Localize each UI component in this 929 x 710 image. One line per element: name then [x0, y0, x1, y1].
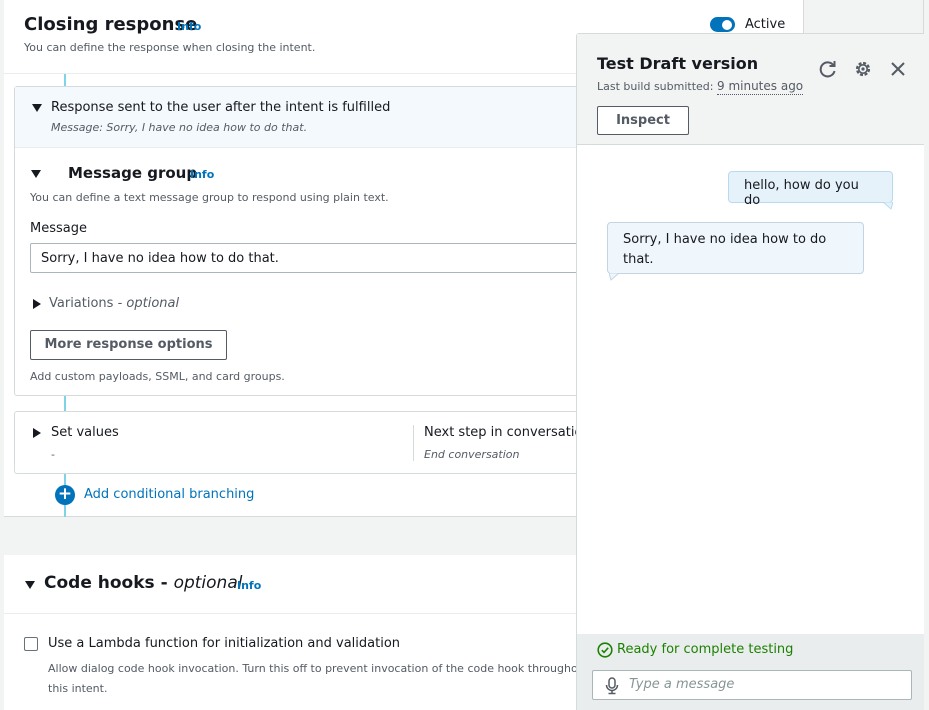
code-hooks-title-text: Code hooks - [44, 573, 174, 593]
code-hooks-title: Code hooks - optional [44, 573, 242, 593]
variations-optional: optional [126, 296, 180, 311]
variations-label: Variations - [49, 296, 127, 311]
more-response-options-button[interactable]: More response options [30, 330, 227, 360]
user-message-bubble: hello, how do you do [728, 171, 893, 208]
flow-connector [64, 396, 66, 411]
message-group-info-link[interactable]: Info [190, 168, 214, 181]
set-values-section: Set values - Next step in conversation E… [14, 411, 614, 474]
lambda-checkbox[interactable] [24, 637, 38, 651]
next-step-value: End conversation [424, 448, 520, 461]
last-build-info: Last build submitted: 9 minutes ago [597, 79, 804, 95]
message-label: Message [30, 221, 87, 236]
lambda-description-line1: Allow dialog code hook invocation. Turn … [48, 662, 578, 675]
message-group-description: You can define a text message group to r… [30, 191, 389, 204]
lambda-description-line2: this intent. [48, 682, 108, 695]
last-build-time[interactable]: 9 minutes ago [717, 79, 804, 95]
active-label: Active [745, 17, 786, 32]
microphone-icon[interactable] [605, 677, 619, 695]
closing-description: You can define the response when closing… [24, 41, 316, 54]
fulfilled-response-section: Response sent to the user after the inte… [14, 86, 614, 396]
add-conditional-branching-link[interactable]: Add conditional branching [84, 487, 254, 502]
next-step-label: Next step in conversation [424, 425, 591, 440]
more-options-hint: Add custom payloads, SSML, and card grou… [30, 370, 285, 383]
test-panel-title: Test Draft version [597, 54, 759, 73]
fulfilled-response-subtitle: Message: Sorry, I have no idea how to do… [51, 121, 308, 134]
page-background [804, 0, 923, 33]
set-values-label[interactable]: Set values [51, 425, 119, 440]
closing-response-title: Closing response [24, 14, 198, 35]
refresh-icon[interactable] [817, 58, 839, 80]
flow-connector [64, 74, 66, 86]
caret-right-icon[interactable] [33, 428, 41, 438]
caret-down-icon [32, 104, 42, 112]
test-panel-header: Test Draft version Last build submitted:… [577, 34, 924, 145]
chat-message-input[interactable]: Type a message [592, 670, 912, 700]
check-circle-icon [597, 642, 613, 658]
bubble-tail [883, 202, 893, 210]
fulfilled-response-title: Response sent to the user after the inte… [51, 100, 391, 115]
caret-down-icon[interactable] [25, 581, 35, 589]
close-icon[interactable] [887, 58, 909, 80]
lambda-label[interactable]: Use a Lambda function for initialization… [48, 636, 400, 651]
chat-input-placeholder: Type a message [629, 677, 735, 692]
last-build-prefix: Last build submitted: [597, 80, 717, 93]
test-panel-footer: Ready for complete testing Type a messag… [577, 634, 924, 710]
set-values-value: - [51, 448, 55, 461]
bubble-tail [609, 273, 619, 281]
add-icon[interactable]: + [55, 485, 75, 505]
closing-info-link[interactable]: Info [177, 20, 201, 33]
inspect-button[interactable]: Inspect [597, 106, 689, 135]
message-input[interactable]: Sorry, I have no idea how to do that. [30, 243, 590, 273]
caret-right-icon[interactable] [33, 299, 41, 309]
code-hooks-optional: optional [173, 573, 243, 593]
variations-toggle[interactable]: Variations - optional [49, 296, 179, 311]
settings-icon[interactable] [852, 58, 874, 80]
message-group-title: Message group [68, 164, 198, 182]
ready-status: Ready for complete testing [617, 642, 794, 657]
caret-down-icon[interactable] [31, 170, 41, 178]
column-divider [413, 425, 414, 461]
test-draft-panel: Test Draft version Last build submitted:… [576, 33, 924, 710]
active-toggle[interactable] [710, 17, 735, 32]
bot-message-bubble: Sorry, I have no idea how to do that. [607, 222, 864, 274]
fulfilled-response-header[interactable]: Response sent to the user after the inte… [15, 87, 613, 148]
code-hooks-info-link[interactable]: Info [237, 579, 261, 592]
